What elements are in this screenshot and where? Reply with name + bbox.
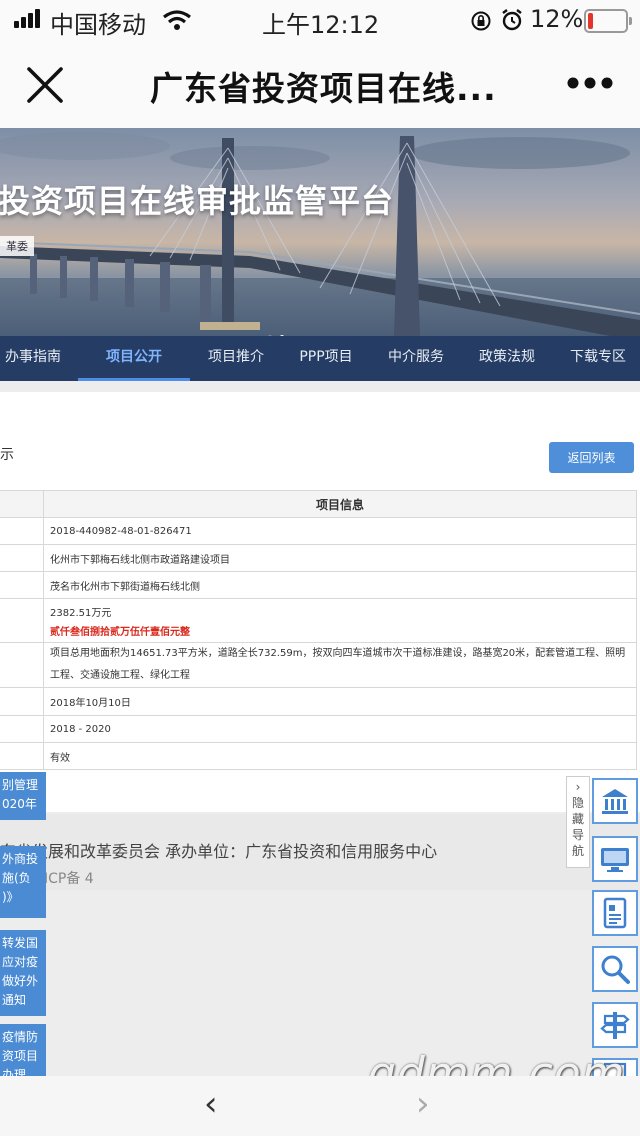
- more-icon[interactable]: [566, 76, 614, 90]
- webview-nav-bar: 广东省投资项目在线...: [0, 40, 640, 128]
- table-row: 2018年10月10日: [0, 687, 637, 716]
- battery-percent: 12%: [530, 5, 584, 33]
- page-title: 广东省投资项目在线...: [150, 69, 497, 108]
- banner-title: 投资项目在线审批监管平台: [0, 182, 395, 220]
- chevron-right-icon: ›: [575, 780, 581, 794]
- notice-item[interactable]: 别管理 020年: [0, 772, 46, 820]
- clock: 上午12:12: [262, 11, 380, 39]
- approval-date: 2018年10月10日: [43, 687, 637, 716]
- battery-icon: [584, 9, 632, 33]
- project-code: 2018-440982-48-01-826471: [43, 517, 637, 545]
- breadcrumb: 示: [0, 447, 14, 463]
- menu-item-policy[interactable]: 政策法规: [477, 336, 537, 381]
- project-info-table: 项目信息 2018-440982-48-01-826471 化州市下郭梅石线北侧…: [0, 490, 637, 770]
- side-nav-online[interactable]: [592, 836, 638, 882]
- menu-item-intermediary[interactable]: 中介服务: [386, 336, 446, 381]
- table-row: 项目总用地面积为14651.73平方米，道路全长732.59m，按双向四车道城市…: [0, 642, 637, 688]
- hide-nav-toggle[interactable]: › 隐藏导航: [566, 776, 590, 868]
- status-bar: 中国移动 上午12:12 12%: [0, 0, 640, 40]
- bank-icon: [602, 789, 628, 814]
- table-row: 有效: [0, 742, 637, 770]
- bridge-image: [0, 132, 640, 336]
- side-nav-guide[interactable]: [592, 1002, 638, 1048]
- menu-item-project-public[interactable]: 项目公开: [78, 336, 190, 381]
- investment-amount: 2382.51万元: [50, 607, 112, 619]
- side-nav-home[interactable]: [592, 778, 638, 824]
- menu-item-ppp[interactable]: PPP项目: [296, 336, 356, 381]
- table-header-row: 项目信息: [0, 490, 637, 518]
- menu-item-promotion[interactable]: 项目推介: [206, 336, 266, 381]
- project-status: 有效: [43, 742, 637, 770]
- table-title: 项目信息: [43, 490, 637, 518]
- side-nav-documents[interactable]: [592, 890, 638, 936]
- search-icon: [601, 955, 630, 984]
- wifi-icon: [163, 10, 191, 30]
- monitor-icon: [601, 848, 629, 872]
- signpost-icon: [600, 1012, 630, 1039]
- back-arrow-icon[interactable]: ‹: [204, 1084, 218, 1124]
- carrier-label: 中国移动: [50, 11, 146, 39]
- close-icon[interactable]: [26, 66, 64, 104]
- project-name: 化州市下郭梅石线北侧市政道路建设项目: [43, 544, 637, 572]
- banner-tag: 革委: [0, 236, 34, 256]
- rotation-lock-icon: [471, 11, 491, 31]
- project-scale: 项目总用地面积为14651.73平方米，道路全长732.59m，按双向四车道城市…: [43, 642, 637, 688]
- table-row: 茂名市化州市下郭街道梅石线北侧: [0, 571, 637, 599]
- hide-nav-label: 隐藏导航: [572, 796, 585, 858]
- footer-organizer: 东省发展和改革委员会 承办单位：广东省投资和信用服务中心: [0, 842, 438, 861]
- menu-item-download[interactable]: 下载专区: [568, 336, 628, 381]
- construction-period: 2018 - 2020: [43, 715, 637, 743]
- document-icon: [603, 897, 627, 929]
- back-to-list-button[interactable]: 返回列表: [549, 442, 634, 473]
- table-row: 化州市下郭梅石线北侧市政道路建设项目: [0, 544, 637, 572]
- investment-amount-chinese: 贰仟叁佰捌拾贰万伍仟壹佰元整: [50, 626, 190, 638]
- hero-banner: 投资项目在线审批监管平台 革委: [0, 128, 640, 336]
- side-nav-search[interactable]: [592, 946, 638, 992]
- main-menu: 办事指南 项目公开 项目推介 PPP项目 中介服务 政策法规 下载专区: [0, 336, 640, 381]
- menu-item-guide[interactable]: 办事指南: [4, 336, 62, 381]
- forward-arrow-icon[interactable]: ›: [416, 1084, 430, 1124]
- table-row: 2018-440982-48-01-826471: [0, 517, 637, 545]
- notice-item[interactable]: 转发国 应对疫 做好外 通知: [0, 930, 46, 1016]
- table-row: 2382.51万元 贰仟叁佰捌拾贰万伍仟壹佰元整: [0, 598, 637, 643]
- project-location: 茂名市化州市下郭街道梅石线北侧: [43, 571, 637, 599]
- notice-item[interactable]: 外商投 施(负 )》: [0, 846, 46, 918]
- alarm-icon: [502, 9, 522, 31]
- site-footer: 东省发展和改革委员会 承办单位：广东省投资和信用服务中心 粤ICP备 4: [0, 814, 640, 890]
- browser-bottom-bar: ‹ ›: [0, 1076, 640, 1136]
- table-row: 2018 - 2020: [0, 715, 637, 743]
- project-investment: 2382.51万元 贰仟叁佰捌拾贰万伍仟壹佰元整: [43, 598, 637, 643]
